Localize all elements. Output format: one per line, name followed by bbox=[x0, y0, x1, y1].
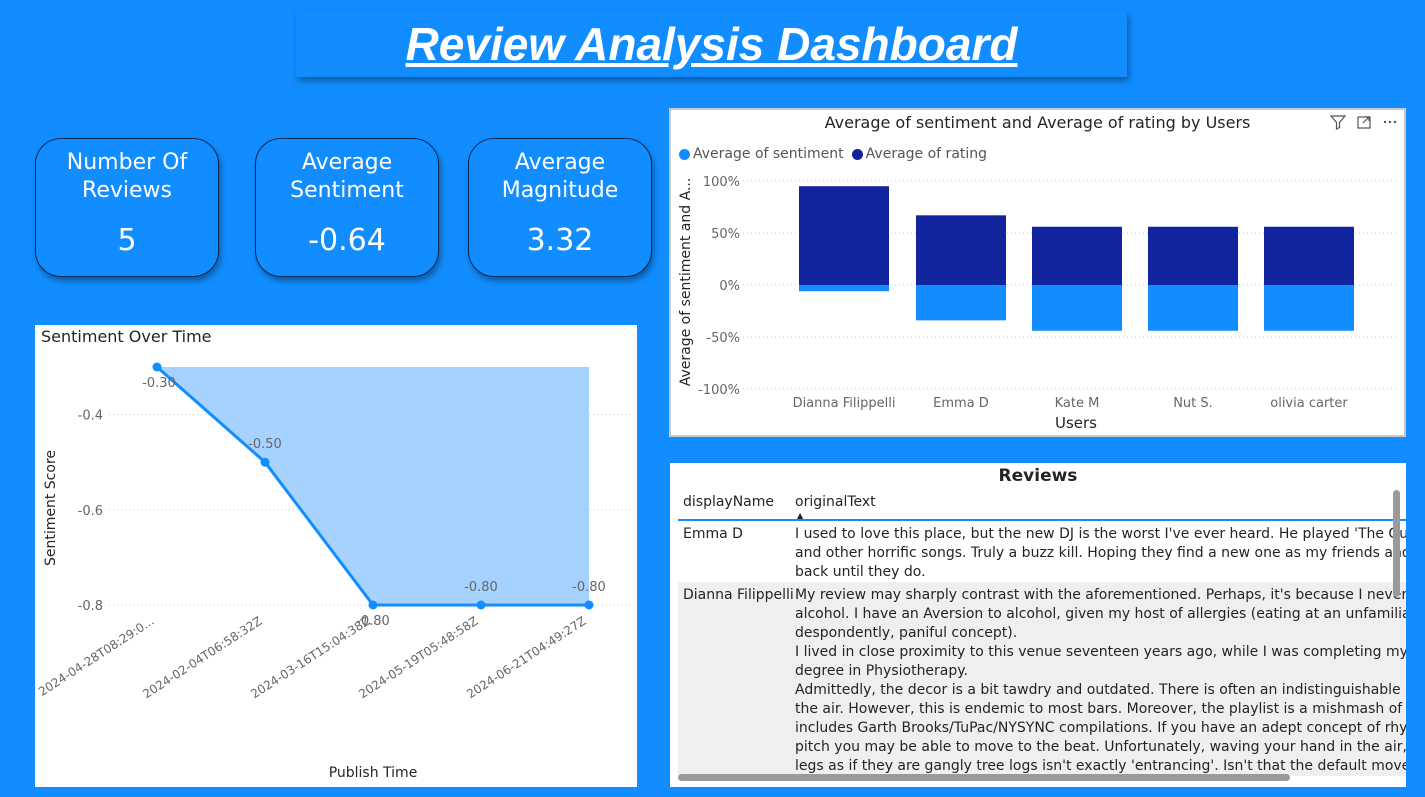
cell-display-name: Emma D bbox=[683, 526, 743, 542]
x-tick-label: 2024-06-21T04:49:27Z bbox=[464, 614, 588, 702]
table-row[interactable]: Dianna Filippelli My review may sharply c… bbox=[678, 582, 1406, 776]
area-fill bbox=[157, 367, 589, 605]
bar-rating bbox=[1032, 226, 1122, 285]
x-tick-label: 2024-04-28T08:29:0... bbox=[36, 614, 157, 699]
column-header-originaltext[interactable]: originalText ▲ bbox=[795, 494, 1406, 520]
data-point bbox=[476, 600, 486, 610]
data-point bbox=[260, 457, 270, 467]
review-text-line: pitch you may be able to move to the bea… bbox=[795, 739, 1406, 755]
y-tick-label: -0.6 bbox=[78, 504, 103, 519]
y-tick-label: -50% bbox=[706, 331, 740, 346]
review-text-line: I used to love this place, but the new D… bbox=[795, 526, 1406, 542]
sentiment-rating-by-users-chart[interactable]: Average of sentiment and Average of rati… bbox=[669, 108, 1406, 437]
kpi-card-average-magnitude[interactable]: Average Magnitude 3.32 bbox=[468, 138, 652, 277]
x-tick-label: Kate M bbox=[1055, 396, 1100, 411]
bar-rating bbox=[1264, 226, 1354, 285]
dashboard-title: Review Analysis Dashboard bbox=[405, 18, 1018, 70]
table-header: displayName originalText ▲ bbox=[678, 491, 1406, 521]
y-axis-label: Average of sentiment and A... bbox=[678, 178, 694, 387]
x-tick-label: Nut S. bbox=[1173, 396, 1213, 411]
sentiment-over-time-svg: -0.4-0.6-0.8-0.30-0.50-0.80-0.80 -0.80202… bbox=[36, 362, 632, 781]
data-point bbox=[584, 600, 594, 610]
cell-display-name: Dianna Filippelli bbox=[683, 587, 794, 603]
bar-rating bbox=[799, 186, 889, 285]
bar-rating bbox=[1148, 226, 1238, 285]
y-axis-label: Sentiment Score bbox=[43, 450, 59, 566]
column-header-label: originalText bbox=[795, 494, 876, 510]
kpi-card-average-sentiment[interactable]: Average Sentiment -0.64 bbox=[255, 138, 439, 277]
bar-sentiment bbox=[799, 285, 889, 292]
kpi-card-number-of-reviews[interactable]: Number Of Reviews 5 bbox=[35, 138, 219, 277]
review-text-line: My review may sharply contrast with the … bbox=[795, 587, 1406, 603]
y-tick-label: -0.8 bbox=[78, 599, 103, 614]
table-title: Reviews bbox=[998, 466, 1078, 486]
horizontal-scrollbar[interactable] bbox=[678, 774, 1290, 781]
data-label: -0.80 bbox=[464, 580, 498, 595]
cell-original-text: I used to love this place, but the new D… bbox=[795, 521, 1406, 582]
review-text-line: includes Garth Brooks/TuPac/NYSYNC compi… bbox=[795, 720, 1406, 736]
x-tick-label: Dianna Filippelli bbox=[793, 396, 896, 411]
sentiment-over-time-chart[interactable]: Sentiment Over Time -0.4 -0.6 -0.8 -0.30 -0.… bbox=[35, 325, 637, 787]
y-tick-label: 100% bbox=[703, 175, 740, 190]
table-row[interactable]: Emma D I used to love this place, but the… bbox=[678, 521, 1406, 582]
review-text-line: back until they do. bbox=[795, 564, 926, 580]
data-label: -0.50 bbox=[248, 437, 282, 452]
data-label: -0.30 bbox=[142, 376, 176, 391]
kpi-value: 3.32 bbox=[526, 223, 594, 258]
review-text-line: I lived in close proximity to this venue… bbox=[795, 644, 1406, 660]
cell-original-text: My review may sharply contrast with the … bbox=[795, 582, 1406, 776]
review-text-line: despondently, paniful concept). bbox=[795, 625, 1018, 641]
bar-rating bbox=[916, 215, 1006, 285]
review-text-line: and other horrific songs. Truly a buzz k… bbox=[795, 545, 1406, 561]
x-tick-label: olivia carter bbox=[1270, 396, 1348, 411]
kpi-label: Number Of Reviews bbox=[66, 150, 188, 203]
column-header-displayname[interactable]: displayName bbox=[678, 494, 795, 519]
kpi-label: Average Magnitude bbox=[501, 150, 619, 203]
y-tick-label: 0% bbox=[719, 279, 740, 294]
review-text-line: the air. However, this is endemic to mos… bbox=[795, 701, 1406, 717]
y-tick-label: -100% bbox=[698, 383, 740, 398]
reviews-table: displayName originalText ▲ Emma D I used … bbox=[678, 491, 1406, 776]
x-tick-label: Emma D bbox=[933, 396, 989, 411]
kpi-label: Average Sentiment bbox=[290, 150, 404, 203]
data-point bbox=[152, 362, 162, 372]
bar-sentiment bbox=[1148, 285, 1238, 331]
bar-chart-svg: 100% 50% 0% -50% -100% Dianna Filippelli Emma … bbox=[678, 175, 1396, 432]
y-tick-label: -0.4 bbox=[78, 409, 103, 424]
x-tick-label: 2024-03-16T15:04:38Z bbox=[248, 614, 372, 702]
x-axis-label: Publish Time bbox=[329, 765, 418, 781]
kpi-value: -0.64 bbox=[308, 223, 386, 258]
review-text-line: degree in Physiotherapy. bbox=[795, 663, 969, 679]
review-text-line: alcohol. I have an Aversion to alcohol, … bbox=[795, 606, 1406, 622]
kpi-value: 5 bbox=[117, 223, 137, 258]
bar-sentiment bbox=[1032, 285, 1122, 331]
vertical-scrollbar[interactable] bbox=[1393, 490, 1400, 597]
bar-sentiment bbox=[916, 285, 1006, 321]
sort-ascending-icon: ▲ bbox=[797, 511, 804, 520]
review-text-line: Admittedly, the decor is a bit tawdry an… bbox=[795, 682, 1406, 698]
reviews-table-panel[interactable]: Reviews displayName originalText ▲ Emma … bbox=[670, 463, 1406, 787]
data-point bbox=[368, 600, 378, 610]
bar-sentiment bbox=[1264, 285, 1354, 331]
data-label: -0.80 bbox=[572, 580, 606, 595]
y-tick-label: 50% bbox=[711, 227, 740, 242]
x-axis-label: Users bbox=[1055, 414, 1097, 432]
dashboard-title-box: Review Analysis Dashboard bbox=[296, 11, 1127, 77]
x-tick-label: 2024-02-04T06:58:32Z bbox=[140, 614, 264, 702]
